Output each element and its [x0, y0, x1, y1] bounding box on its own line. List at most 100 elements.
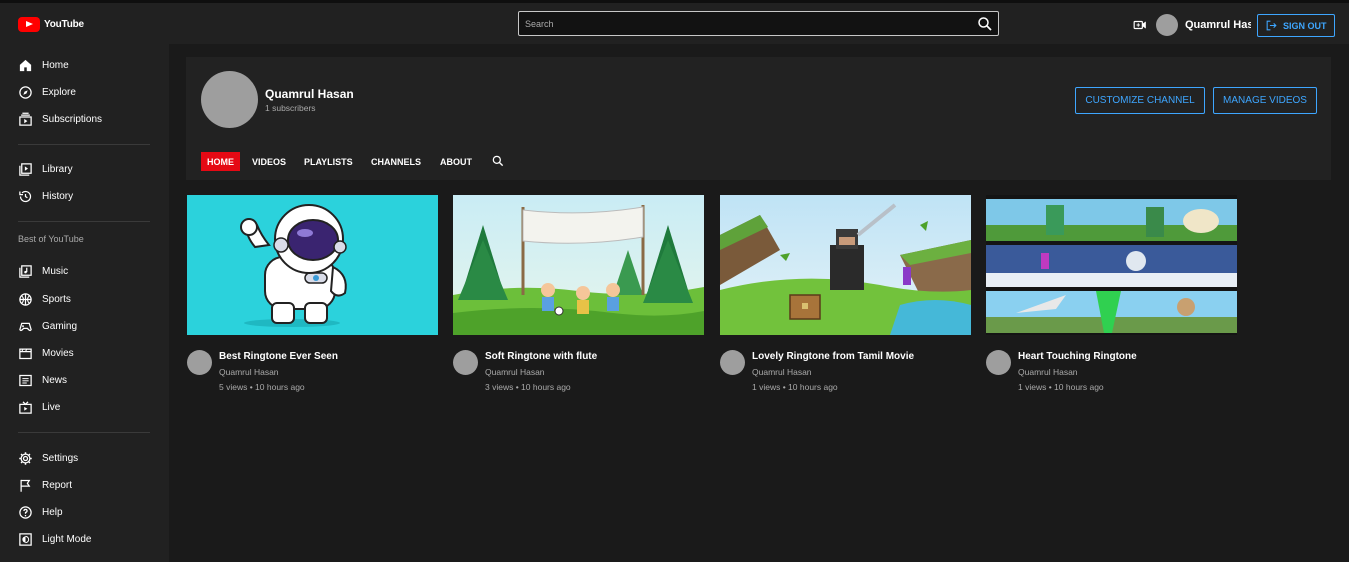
sidebar-item-label: Light Mode	[42, 534, 92, 545]
tab-playlists[interactable]: PLAYLISTS	[298, 152, 359, 171]
sidebar-item-home[interactable]: Home	[18, 58, 69, 73]
search-icon[interactable]	[491, 154, 505, 168]
customize-channel-button[interactable]: CUSTOMIZE CHANNEL	[1075, 87, 1205, 114]
sidebar-item-label: News	[42, 375, 68, 386]
news-icon	[19, 374, 32, 387]
video-camera-icon[interactable]	[1133, 18, 1147, 32]
video-title[interactable]: Heart Touching Ringtone	[1018, 351, 1137, 362]
video-channel[interactable]: Quamrul Hasan	[485, 367, 545, 377]
sidebar-item-gaming[interactable]: Gaming	[18, 319, 77, 334]
sidebar-item-label: History	[42, 191, 74, 202]
video-card[interactable]: Soft Ringtone with flute Quamrul Hasan 3…	[453, 195, 704, 392]
help-icon	[19, 506, 32, 519]
sidebar-divider	[18, 432, 150, 433]
sidebar-item-label: Explore	[42, 87, 76, 98]
video-title[interactable]: Soft Ringtone with flute	[485, 351, 597, 362]
sidebar-item-label: Subscriptions	[42, 114, 103, 125]
kids-meadow-illustration	[453, 205, 704, 335]
sidebar-item-explore[interactable]: Explore	[18, 85, 76, 100]
blocky-game-illustration	[720, 203, 971, 335]
video-thumbnail[interactable]	[187, 195, 438, 335]
video-channel[interactable]: Quamrul Hasan	[752, 367, 812, 377]
history-icon	[19, 190, 32, 203]
user-avatar[interactable]	[1156, 14, 1178, 36]
gear-icon	[19, 452, 32, 465]
sidebar-item-library[interactable]: Library	[18, 162, 73, 177]
subscriptions-icon	[19, 112, 32, 126]
tab-videos[interactable]: VIDEOS	[246, 152, 292, 171]
sidebar-item-help[interactable]: Help	[18, 505, 63, 520]
video-channel[interactable]: Quamrul Hasan	[1018, 367, 1078, 377]
live-icon	[19, 401, 32, 414]
sidebar-item-label: Settings	[42, 453, 79, 464]
sidebar-item-label: Movies	[42, 348, 74, 359]
video-channel[interactable]: Quamrul Hasan	[219, 367, 279, 377]
compass-icon	[19, 86, 32, 99]
sidebar-item-label: Report	[42, 480, 73, 491]
home-icon	[19, 59, 32, 72]
tab-home[interactable]: HOME	[201, 152, 240, 171]
sidebar-item-label: Library	[42, 164, 73, 175]
channel-header: Quamrul Hasan 1 subscribers CUSTOMIZE CH…	[186, 57, 1331, 180]
sidebar-divider	[18, 221, 150, 222]
astronaut-illustration	[240, 204, 347, 327]
game-collage-illustration	[986, 199, 1237, 333]
gaming-icon	[19, 322, 32, 332]
channel-name: Quamrul Hasan	[265, 87, 354, 101]
sports-icon	[19, 293, 32, 306]
manage-videos-button[interactable]: MANAGE VIDEOS	[1213, 87, 1317, 114]
video-card[interactable]: Best Ringtone Ever Seen Quamrul Hasan 5 …	[187, 195, 438, 392]
channel-avatar[interactable]	[187, 350, 212, 375]
channel-avatar	[201, 71, 258, 128]
video-meta: 1 views • 10 hours ago	[752, 382, 838, 392]
search-bar	[518, 11, 999, 36]
youtube-logo[interactable]: YouTube	[18, 17, 84, 32]
subscriber-count: 1 subscribers	[265, 103, 316, 113]
light-mode-icon	[19, 533, 32, 546]
sign-out-button[interactable]: SIGN OUT	[1257, 14, 1335, 37]
video-card[interactable]: Lovely Ringtone from Tamil Movie Quamrul…	[720, 195, 971, 392]
sign-out-label: SIGN OUT	[1283, 20, 1327, 31]
video-card[interactable]: Heart Touching Ringtone Quamrul Hasan 1 …	[986, 195, 1237, 392]
video-meta: 5 views • 10 hours ago	[219, 382, 305, 392]
username[interactable]: Quamrul Has	[1185, 19, 1251, 31]
channel-avatar[interactable]	[986, 350, 1011, 375]
music-icon	[19, 265, 32, 278]
sidebar-item-label: Sports	[42, 294, 71, 305]
sidebar-item-label: Gaming	[42, 321, 78, 332]
tab-about[interactable]: ABOUT	[434, 152, 478, 171]
sidebar-item-label: Home	[42, 60, 69, 71]
top-bar: YouTube Quamrul Has SIGN OUT	[0, 0, 1349, 44]
video-meta: 3 views • 10 hours ago	[485, 382, 571, 392]
sidebar-item-movies[interactable]: Movies	[18, 346, 74, 361]
sidebar-item-report[interactable]: Report	[18, 478, 72, 493]
sidebar-item-music[interactable]: Music	[18, 264, 68, 279]
video-thumbnail[interactable]	[453, 195, 704, 335]
sidebar-item-sports[interactable]: Sports	[18, 292, 71, 307]
channel-avatar[interactable]	[453, 350, 478, 375]
video-thumbnail[interactable]	[986, 195, 1237, 335]
tab-channels[interactable]: CHANNELS	[365, 152, 427, 171]
sidebar-section-title: Best of YouTube	[18, 234, 84, 244]
sidebar-item-light-mode[interactable]: Light Mode	[18, 532, 91, 547]
sidebar-item-history[interactable]: History	[18, 189, 73, 204]
sidebar-divider	[18, 144, 150, 145]
sidebar-item-settings[interactable]: Settings	[18, 451, 78, 466]
sidebar-item-label: Help	[42, 507, 63, 518]
sidebar: Home Explore Subscriptions Library Histo…	[0, 44, 169, 562]
sidebar-item-label: Music	[42, 266, 69, 277]
search-icon[interactable]	[976, 15, 994, 33]
channel-avatar[interactable]	[720, 350, 745, 375]
video-title[interactable]: Best Ringtone Ever Seen	[219, 351, 338, 362]
sidebar-item-live[interactable]: Live	[18, 400, 60, 415]
sign-out-icon	[1266, 20, 1277, 31]
flag-icon	[20, 479, 31, 492]
youtube-logo-icon	[18, 17, 40, 32]
movies-icon	[19, 348, 32, 360]
search-input[interactable]	[519, 12, 959, 35]
video-thumbnail[interactable]	[720, 195, 971, 335]
video-title[interactable]: Lovely Ringtone from Tamil Movie	[752, 351, 914, 362]
sidebar-item-subscriptions[interactable]: Subscriptions	[18, 112, 102, 127]
sidebar-item-news[interactable]: News	[18, 373, 67, 388]
logo-text: YouTube	[44, 19, 84, 30]
